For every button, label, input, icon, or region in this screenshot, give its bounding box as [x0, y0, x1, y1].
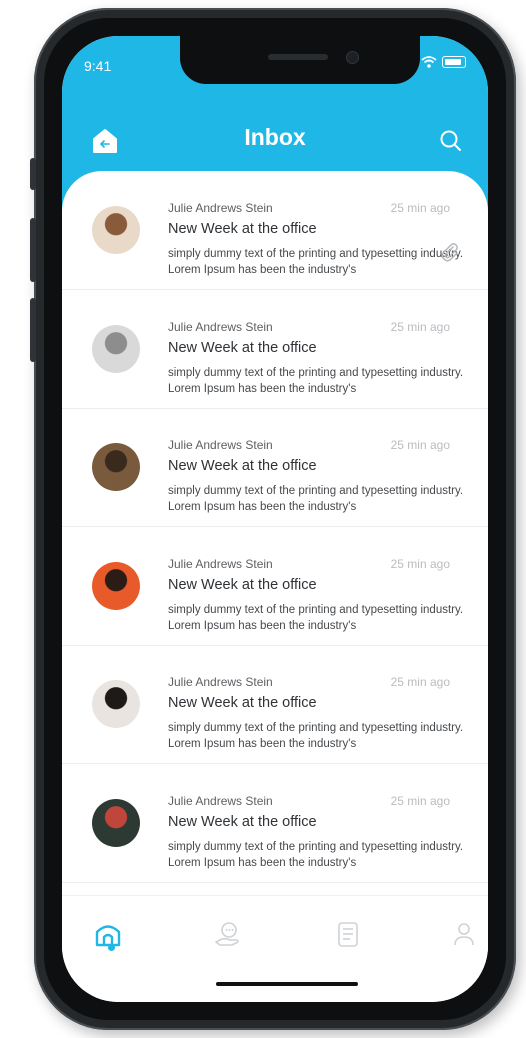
notch: [180, 36, 420, 84]
active-tab-indicator: [108, 944, 115, 951]
attachment-icon: [441, 243, 458, 262]
message-subject: New Week at the office: [168, 458, 317, 474]
wifi-icon: [421, 56, 437, 68]
message-time: 25 min ago: [390, 675, 450, 689]
message-subject: New Week at the office: [168, 221, 317, 237]
message-time: 25 min ago: [390, 556, 450, 571]
message-row[interactable]: Julie Andrews Stein 25 min ago New Week at…: [62, 290, 488, 409]
screen: 9:41 Inbox Julie Andrews Stein 25 min ag…: [62, 36, 488, 1002]
chat-hand-icon[interactable]: [212, 918, 244, 950]
message-time: 25 min ago: [390, 201, 450, 215]
message-time: 25 min ago: [390, 438, 450, 452]
tab-bar: [62, 895, 488, 1002]
message-row[interactable]: Julie Andrews Stein 25 min ago New Week at…: [62, 527, 488, 646]
page-title: Inbox: [244, 124, 306, 150]
speaker: [268, 54, 328, 60]
message-preview: simply dummy text of the printing and ty…: [168, 840, 464, 869]
message-preview: simply dummy text of the printing and ty…: [168, 248, 464, 276]
avatar: [92, 561, 140, 610]
phone-bezel: 9:41 Inbox Julie Andrews Stein 25 min ag…: [44, 18, 506, 1020]
sender-name: Julie Andrews Stein: [168, 793, 273, 808]
message-subject: New Week at the office: [168, 576, 317, 593]
message-time: 25 min ago: [390, 793, 450, 808]
avatar: [92, 680, 140, 728]
message-preview: simply dummy text of the printing and ty…: [168, 722, 464, 750]
volume-down-button: [30, 298, 36, 362]
volume-up-button: [30, 218, 36, 282]
battery-icon: [442, 56, 466, 68]
sender-name: Julie Andrews Stein: [168, 675, 273, 689]
profile-icon[interactable]: [448, 918, 480, 950]
sender-name: Julie Andrews Stein: [168, 201, 273, 215]
sender-name: Julie Andrews Stein: [168, 319, 273, 334]
message-list: Julie Andrews Stein 25 min ago New Week at…: [62, 171, 488, 951]
home-indicator: [216, 982, 358, 986]
message-subject: New Week at the office: [168, 695, 317, 711]
phone-frame: 9:41 Inbox Julie Andrews Stein 25 min ag…: [30, 8, 516, 1030]
message-row[interactable]: Julie Andrews Stein 25 min ago New Week at…: [62, 645, 488, 764]
avatar: [92, 206, 140, 254]
sender-name: Julie Andrews Stein: [168, 438, 273, 452]
message-preview: simply dummy text of the printing and ty…: [168, 485, 464, 513]
message-row[interactable]: Julie Andrews Stein 25 min ago New Week at…: [62, 764, 488, 883]
message-time: 25 min ago: [390, 319, 450, 334]
avatar: [92, 324, 140, 373]
message-row[interactable]: Julie Andrews Stein 25 min ago New Week at…: [62, 408, 488, 527]
message-subject: New Week at the office: [168, 813, 317, 830]
avatar: [92, 443, 140, 491]
message-row[interactable]: Julie Andrews Stein 25 min ago New Week at…: [62, 171, 488, 290]
avatar: [92, 798, 140, 847]
sender-name: Julie Andrews Stein: [168, 556, 273, 571]
mute-switch: [30, 158, 36, 190]
search-icon[interactable]: [438, 128, 464, 154]
document-icon[interactable]: [332, 918, 364, 950]
message-subject: New Week at the office: [168, 339, 317, 356]
message-preview: simply dummy text of the printing and ty…: [168, 366, 464, 395]
message-preview: simply dummy text of the printing and ty…: [168, 603, 464, 632]
front-camera: [346, 51, 359, 64]
status-time: 9:41: [84, 58, 112, 74]
